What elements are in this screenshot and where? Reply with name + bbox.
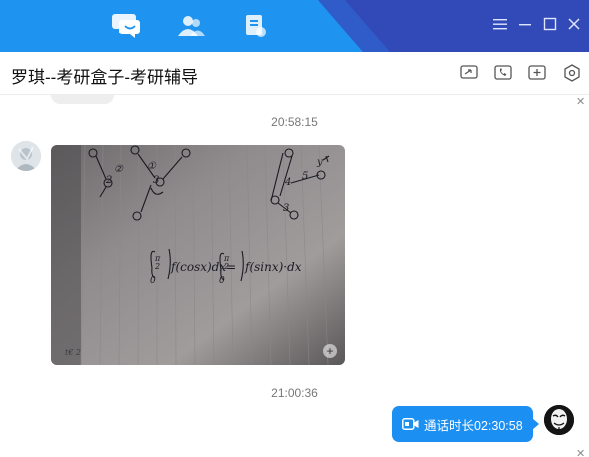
- screen-share-icon: [460, 65, 478, 79]
- conversation-header: 罗琪--考研盒子-考研辅导: [0, 52, 589, 95]
- tab-documents[interactable]: [238, 10, 272, 42]
- svg-text:3: 3: [283, 203, 289, 214]
- mask-avatar-icon: [544, 405, 574, 435]
- settings-button[interactable]: [562, 63, 582, 83]
- bubble-tail: [532, 418, 539, 430]
- svg-text:y: y: [316, 157, 323, 168]
- tab-contacts[interactable]: [174, 10, 208, 42]
- svg-text:2: 2: [154, 262, 160, 271]
- avatar-image: [11, 141, 41, 171]
- call-duration-message[interactable]: 通话时长02:30:58: [392, 406, 539, 442]
- timestamp: 21:00:36: [271, 386, 318, 400]
- contact-avatar[interactable]: [11, 141, 41, 171]
- dismiss-close-icon[interactable]: ✕: [576, 449, 585, 457]
- settings-hexagon-icon: [564, 64, 580, 82]
- app-topbar: [0, 0, 589, 52]
- my-avatar[interactable]: [544, 405, 574, 435]
- maximize-icon: [543, 17, 557, 31]
- svg-text:3: 3: [153, 175, 159, 186]
- add-button[interactable]: [527, 63, 547, 83]
- svg-text:2: 2: [223, 262, 229, 271]
- svg-text:0: 0: [150, 276, 156, 286]
- close-button[interactable]: [565, 15, 583, 33]
- phone-call-icon: [494, 65, 512, 80]
- zoom-icon[interactable]: +: [323, 344, 337, 358]
- document-icon: [246, 15, 266, 37]
- dismiss-close-icon[interactable]: ✕: [576, 97, 585, 108]
- svg-text:2: 2: [105, 175, 112, 186]
- previous-message-bubble[interactable]: [51, 95, 114, 104]
- video-camera-icon: [402, 418, 419, 430]
- maximize-button[interactable]: [541, 15, 559, 33]
- menu-button[interactable]: [491, 15, 509, 33]
- svg-text:f(sinx)·dx: f(sinx)·dx: [244, 260, 302, 274]
- timestamp: 20:58:15: [271, 115, 318, 129]
- svg-text:②: ②: [114, 164, 124, 175]
- call-duration-text: 通话时长02:30:58: [424, 418, 523, 433]
- screen-share-button[interactable]: [459, 63, 479, 83]
- svg-text:t€ 2: t€ 2: [65, 348, 81, 357]
- conversation-title: 罗琪--考研盒子-考研辅导: [11, 68, 198, 87]
- minimize-button[interactable]: [516, 15, 534, 33]
- close-icon: [568, 18, 580, 30]
- phone-call-button[interactable]: [493, 63, 513, 83]
- handwritten-math-photo: ② ① 2 3 4 3 y 5 π 2 0 f(cosx)dx= π 2 0 f…: [51, 145, 345, 365]
- minimize-icon: [519, 24, 531, 26]
- chat-bubble-icon: [112, 14, 140, 38]
- menu-icon: [493, 19, 507, 30]
- svg-text:4: 4: [284, 177, 291, 188]
- add-icon: [528, 65, 546, 80]
- tab-messages[interactable]: [110, 10, 144, 42]
- svg-text:5: 5: [302, 171, 308, 182]
- message-list[interactable]: ✕ 20:58:15 ② ① 2 3 4 3 y 5 π 2 0 f(cosx)…: [0, 95, 589, 457]
- svg-text:0: 0: [219, 276, 225, 286]
- image-message[interactable]: ② ① 2 3 4 3 y 5 π 2 0 f(cosx)dx= π 2 0 f…: [51, 145, 345, 365]
- svg-text:①: ①: [147, 161, 157, 172]
- contacts-icon: [178, 16, 205, 36]
